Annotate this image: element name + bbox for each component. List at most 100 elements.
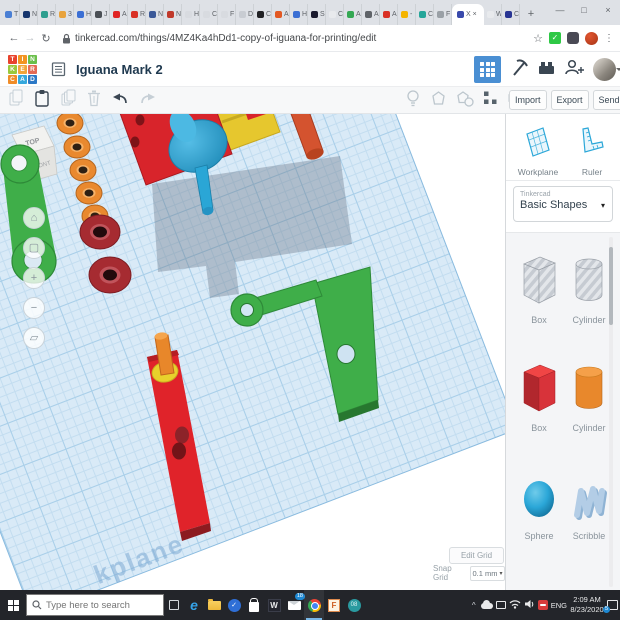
edit-grid-button[interactable]: Edit Grid	[449, 547, 504, 564]
share-person-icon[interactable]	[564, 58, 585, 81]
duplicate-icon[interactable]	[60, 89, 76, 112]
browser-tab[interactable]: C	[254, 4, 272, 25]
search-input[interactable]	[46, 600, 146, 611]
snap-grid-select[interactable]: 0.1 mm ▾	[470, 566, 505, 581]
browser-tab[interactable]: A	[362, 4, 380, 25]
teal-app-icon[interactable]: 08	[344, 590, 364, 620]
ruler-tool[interactable]: Ruler	[564, 126, 620, 177]
browser-tab[interactable]: T	[2, 4, 20, 25]
maximize-button[interactable]: □	[572, 0, 596, 22]
ungroup-icon[interactable]	[456, 90, 474, 112]
import-button[interactable]: Import	[509, 90, 547, 110]
taskbar-clock[interactable]: 2:09 AM 8/23/2020	[570, 595, 604, 615]
onedrive-cloud-icon[interactable]	[481, 603, 493, 609]
browser-tab[interactable]: D	[236, 4, 254, 25]
browser-tab[interactable]: C	[326, 4, 344, 25]
extension-check-icon[interactable]	[549, 32, 561, 44]
tools-pickaxe-icon[interactable]	[509, 58, 529, 82]
zoom-out-button[interactable]: −	[23, 297, 45, 319]
browser-tab[interactable]: F	[218, 4, 236, 25]
workplane-tool[interactable]: Workplane	[510, 124, 566, 177]
delete-icon[interactable]	[86, 89, 102, 112]
browser-tab[interactable]: A	[344, 4, 362, 25]
extension-dark-icon[interactable]	[567, 32, 579, 44]
3d-viewport[interactable]: kplane TOP FRONT	[0, 114, 505, 590]
f-app-icon[interactable]: F	[324, 590, 344, 620]
w-app-icon[interactable]: W	[264, 590, 284, 620]
fit-view-button[interactable]: ▢	[23, 237, 45, 259]
paste-icon[interactable]	[34, 89, 50, 112]
browser-tab[interactable]: 3	[56, 4, 74, 25]
show-hidden-bulb-icon[interactable]	[405, 89, 421, 112]
zoom-in-button[interactable]: +	[23, 267, 45, 289]
shape-tile-sphere[interactable]: Sphere	[516, 475, 562, 541]
send-to-button[interactable]: Send To	[593, 90, 620, 110]
home-view-button[interactable]: ⌂	[23, 207, 45, 229]
store-app-icon[interactable]	[244, 590, 264, 620]
volume-icon[interactable]	[524, 596, 535, 614]
browser-tab[interactable]: A	[380, 4, 398, 25]
copy-icon[interactable]	[8, 89, 24, 112]
export-button[interactable]: Export	[551, 90, 589, 110]
user-avatar[interactable]	[593, 58, 616, 81]
red-ring-objects[interactable]	[80, 215, 131, 293]
tinkercad-logo[interactable]: TINKERCAD	[8, 55, 37, 84]
mail-app-icon[interactable]: 18	[284, 590, 304, 620]
orange-ring-objects[interactable]	[57, 114, 108, 227]
address-bar[interactable]: tinkercad.com/things/4MZ4Ka4hDd1-copy-of…	[75, 33, 533, 44]
tray-expand-button[interactable]: ^	[470, 601, 478, 610]
browser-tab[interactable]: A	[272, 4, 290, 25]
browser-tab[interactable]: H	[182, 4, 200, 25]
blocks-brick-icon[interactable]	[537, 58, 556, 81]
group-icon[interactable]	[430, 90, 447, 112]
wifi-icon[interactable]	[509, 596, 521, 614]
new-tab-button[interactable]: +	[523, 6, 539, 22]
design-title[interactable]: Iguana Mark 2	[76, 62, 163, 77]
minimize-button[interactable]: —	[548, 0, 572, 22]
browser-tab[interactable]: C	[502, 4, 520, 25]
browser-tab[interactable]: N	[20, 4, 38, 25]
browser-tab[interactable]: -	[398, 4, 416, 25]
reload-button[interactable]: ↻	[38, 32, 54, 45]
align-icon[interactable]	[483, 90, 498, 111]
shape-tile-scribble[interactable]: Scribble	[566, 477, 612, 541]
browser-menu-icon[interactable]: ⋮	[604, 33, 614, 44]
close-button[interactable]: ×	[596, 0, 620, 22]
back-button[interactable]: ←	[6, 32, 22, 44]
browser-tab[interactable]: W	[484, 4, 502, 25]
redo-icon[interactable]	[139, 90, 156, 111]
shape-tile-hole-cylinder[interactable]: Cylinder	[566, 255, 612, 325]
shape-category-dropdown[interactable]: Tinkercad Basic Shapes ▾	[513, 186, 613, 222]
browser-profile-avatar[interactable]	[585, 32, 598, 45]
undo-icon[interactable]	[112, 90, 129, 111]
browser-tab[interactable]: F	[434, 4, 452, 25]
dashboard-grid-button[interactable]	[474, 56, 501, 83]
browser-tab[interactable]: R	[38, 4, 56, 25]
forward-button[interactable]: →	[22, 32, 38, 44]
action-center-icon[interactable]: 5	[607, 600, 618, 610]
perspective-button[interactable]: ▱	[23, 327, 45, 349]
browser-tab[interactable]: X ×	[452, 4, 484, 25]
red-app-tray-icon[interactable]	[538, 600, 548, 610]
browser-tab[interactable]: A	[110, 4, 128, 25]
red-bar-object[interactable]	[147, 331, 211, 541]
blue-circle-app-icon[interactable]: ✓	[224, 590, 244, 620]
shape-tile-red-box[interactable]: Box	[516, 361, 562, 433]
monitor-icon[interactable]	[496, 601, 506, 609]
browser-tab[interactable]: C	[416, 4, 434, 25]
browser-tab[interactable]: H	[74, 4, 92, 25]
bookmark-star-icon[interactable]: ☆	[533, 32, 543, 45]
browser-tab[interactable]: J	[92, 4, 110, 25]
task-view-button[interactable]	[164, 590, 184, 620]
language-indicator[interactable]: ENG	[551, 601, 567, 610]
start-button[interactable]	[0, 590, 26, 620]
browser-tab[interactable]: S	[308, 4, 326, 25]
shape-tile-orange-cylinder[interactable]: Cylinder	[566, 363, 612, 433]
browser-tab[interactable]: N	[146, 4, 164, 25]
file-explorer-app-icon[interactable]	[204, 590, 224, 620]
shape-tile-hole-box[interactable]: Box	[516, 253, 562, 325]
browser-tab[interactable]: C	[200, 4, 218, 25]
browser-tab[interactable]: N	[164, 4, 182, 25]
edge-app-icon[interactable]: e	[184, 590, 204, 620]
taskbar-search[interactable]	[26, 594, 164, 616]
